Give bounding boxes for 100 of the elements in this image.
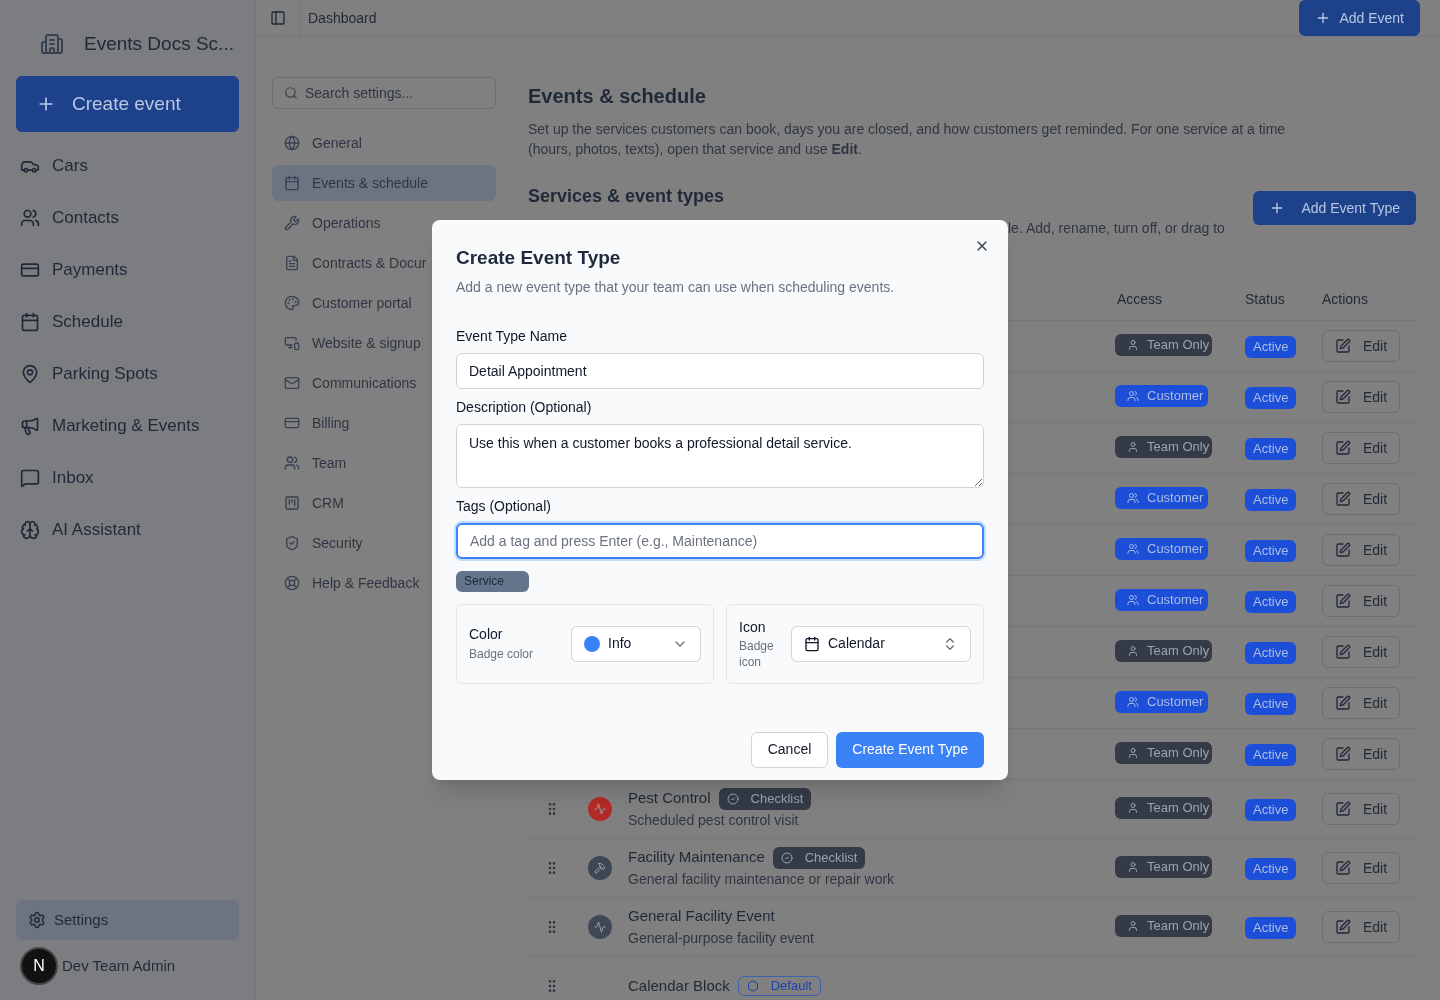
access-badge: Team Only xyxy=(1115,797,1212,819)
status-badge: Active xyxy=(1245,916,1297,939)
calendar-icon xyxy=(20,312,40,332)
status-badge: Active xyxy=(1245,437,1297,460)
users-icon xyxy=(1127,594,1139,606)
edit-icon xyxy=(1335,440,1351,456)
dialog-title: Create Event Type xyxy=(456,246,622,270)
breadcrumb[interactable]: Dashboard xyxy=(308,7,377,29)
edit-button[interactable]: Edit xyxy=(1322,381,1401,413)
event-type-description: General-purpose facility event xyxy=(628,928,814,948)
message-icon xyxy=(20,468,40,488)
page-title: Events & schedule xyxy=(528,84,707,109)
color-select[interactable]: Info xyxy=(571,625,701,662)
access-badge: Team Only xyxy=(1115,640,1212,662)
wrench-icon xyxy=(284,215,300,231)
status-badge: Active xyxy=(1245,798,1297,821)
edit-button[interactable]: Edit xyxy=(1322,330,1401,362)
status-badge: Active xyxy=(1245,335,1297,358)
settings-icon xyxy=(28,911,46,929)
cancel-button[interactable]: Cancel xyxy=(750,731,829,768)
status-badge: Active xyxy=(1245,857,1297,880)
edit-icon xyxy=(1335,860,1351,876)
sidebar-item[interactable]: Marketing & Events xyxy=(16,400,239,452)
status-badge: Active xyxy=(1245,692,1297,715)
sidebar-item[interactable]: Inbox xyxy=(16,452,239,504)
edit-button[interactable]: Edit xyxy=(1322,432,1401,464)
color-label: Color xyxy=(469,625,504,644)
settings-nav-item[interactable]: General xyxy=(272,125,496,161)
settings-item[interactable]: Settings xyxy=(16,900,239,940)
edit-button[interactable]: Edit xyxy=(1322,483,1401,515)
add-event-button[interactable]: Add Event xyxy=(1299,0,1420,36)
settings-nav-item[interactable]: Operations xyxy=(272,205,496,241)
status-badge: Active xyxy=(1245,641,1297,664)
edit-icon xyxy=(1335,695,1351,711)
sidebar-item[interactable]: AI Assistant xyxy=(16,504,239,556)
edit-button[interactable]: Edit xyxy=(1322,852,1401,884)
field-label: Description (Optional) xyxy=(456,397,593,417)
globe-icon xyxy=(284,135,300,151)
edit-button[interactable]: Edit xyxy=(1322,585,1401,617)
document-icon xyxy=(284,255,300,271)
access-badge: Team Only xyxy=(1115,742,1212,764)
user-avatar[interactable]: N xyxy=(20,947,58,985)
users-icon xyxy=(1127,390,1139,402)
edit-button[interactable]: Edit xyxy=(1322,911,1401,943)
lifebuoy-icon xyxy=(284,575,300,591)
status-badge: Active xyxy=(1245,488,1297,511)
edit-icon xyxy=(1335,338,1351,354)
create-event-type-button[interactable]: Create Event Type xyxy=(836,731,984,768)
add-event-type-button[interactable]: Add Event Type xyxy=(1253,191,1416,225)
access-badge: Customer xyxy=(1115,691,1208,713)
status-badge: Active xyxy=(1245,386,1297,409)
sidebar-item[interactable]: Parking Spots xyxy=(16,348,239,400)
access-badge: Team Only xyxy=(1115,436,1212,458)
access-badge: Customer xyxy=(1115,487,1208,509)
user-icon xyxy=(1127,802,1139,814)
event-type-description: General facility maintenance or repair work xyxy=(628,869,895,889)
user-icon xyxy=(1127,747,1139,759)
edit-button[interactable]: Edit xyxy=(1322,687,1401,719)
hexagon-icon xyxy=(746,980,759,992)
map-pin-icon xyxy=(20,364,40,384)
calendar-icon xyxy=(284,175,300,191)
icon-select[interactable]: Calendar xyxy=(791,625,971,662)
brain-icon xyxy=(20,520,40,540)
column-header: Status xyxy=(1245,290,1286,309)
tags-field[interactable]: Add a tag and press Enter (e.g., Maintenance) xyxy=(456,522,984,559)
users-icon xyxy=(1127,492,1139,504)
users-icon xyxy=(1127,543,1139,555)
icon-hint: Badge icon xyxy=(739,638,775,670)
app-name: Events Docs Sc... xyxy=(84,31,234,56)
edit-icon xyxy=(1335,644,1351,660)
megaphone-icon xyxy=(20,416,40,436)
event-type-name: Calendar Block xyxy=(628,975,730,996)
credit-card-icon xyxy=(20,260,40,280)
settings-nav-item[interactable]: Events & schedule xyxy=(272,165,496,201)
kanban-icon xyxy=(284,495,300,511)
edit-button[interactable]: Edit xyxy=(1322,738,1401,770)
edit-button[interactable]: Edit xyxy=(1322,636,1401,668)
edit-icon xyxy=(1335,389,1351,405)
sidebar-item[interactable]: Schedule xyxy=(16,296,239,348)
sidebar-item[interactable]: Payments xyxy=(16,244,239,296)
edit-icon xyxy=(1335,542,1351,558)
access-badge: Customer xyxy=(1115,589,1208,611)
checklist-badge: Checklist xyxy=(772,846,866,869)
description-field[interactable]: Use this when a customer books a professional detail service. xyxy=(456,423,984,488)
tag-chip[interactable]: Service xyxy=(456,570,529,592)
event-type-name-field[interactable]: Detail Appointment xyxy=(456,352,984,389)
sidebar-item[interactable]: Cars xyxy=(16,140,239,192)
shield-icon xyxy=(284,535,300,551)
search-field[interactable]: Search settings... xyxy=(272,77,496,109)
access-badge: Customer xyxy=(1115,538,1208,560)
search-icon xyxy=(284,86,298,100)
edit-icon xyxy=(1335,746,1351,762)
sidebar-item[interactable]: Contacts xyxy=(16,192,239,244)
create-event-button[interactable]: Create event xyxy=(16,76,239,132)
event-type-name: Pest Control xyxy=(628,788,711,809)
dialog-subtitle: Add a new event type that your team can use when scheduling events. xyxy=(456,277,896,297)
user-icon xyxy=(1127,861,1139,873)
access-badge: Team Only xyxy=(1115,334,1212,356)
edit-button[interactable]: Edit xyxy=(1322,793,1401,825)
edit-button[interactable]: Edit xyxy=(1322,534,1401,566)
